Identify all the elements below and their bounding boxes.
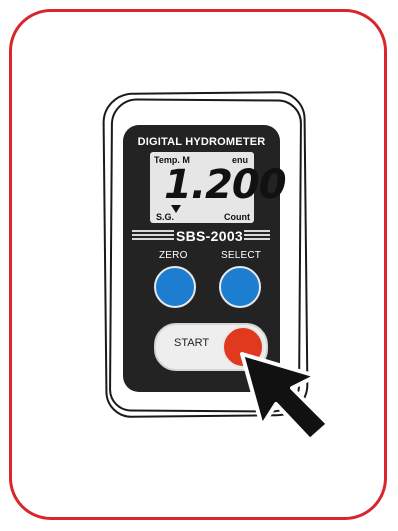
pointer-cursor-icon [240,352,330,442]
select-button-label: SELECT [221,250,262,261]
select-button[interactable] [219,266,261,308]
stripe-right-2 [244,234,270,236]
stripe-left-1 [132,230,174,232]
device-title: DIGITAL HYDROMETER [137,136,266,148]
stripe-right-3 [244,238,270,240]
zero-button-label: ZERO [159,250,188,261]
lcd-reading: 1.200 [164,162,287,208]
model-label: SBS-2003 [176,228,243,244]
stripe-left-3 [132,238,174,240]
zero-button[interactable] [154,266,196,308]
lcd-label-count: Count [224,212,250,222]
start-button-label: START [174,337,210,349]
stripe-right-1 [244,230,270,232]
lcd-label-sg: S.G. [156,212,175,222]
stripe-left-2 [132,234,174,236]
